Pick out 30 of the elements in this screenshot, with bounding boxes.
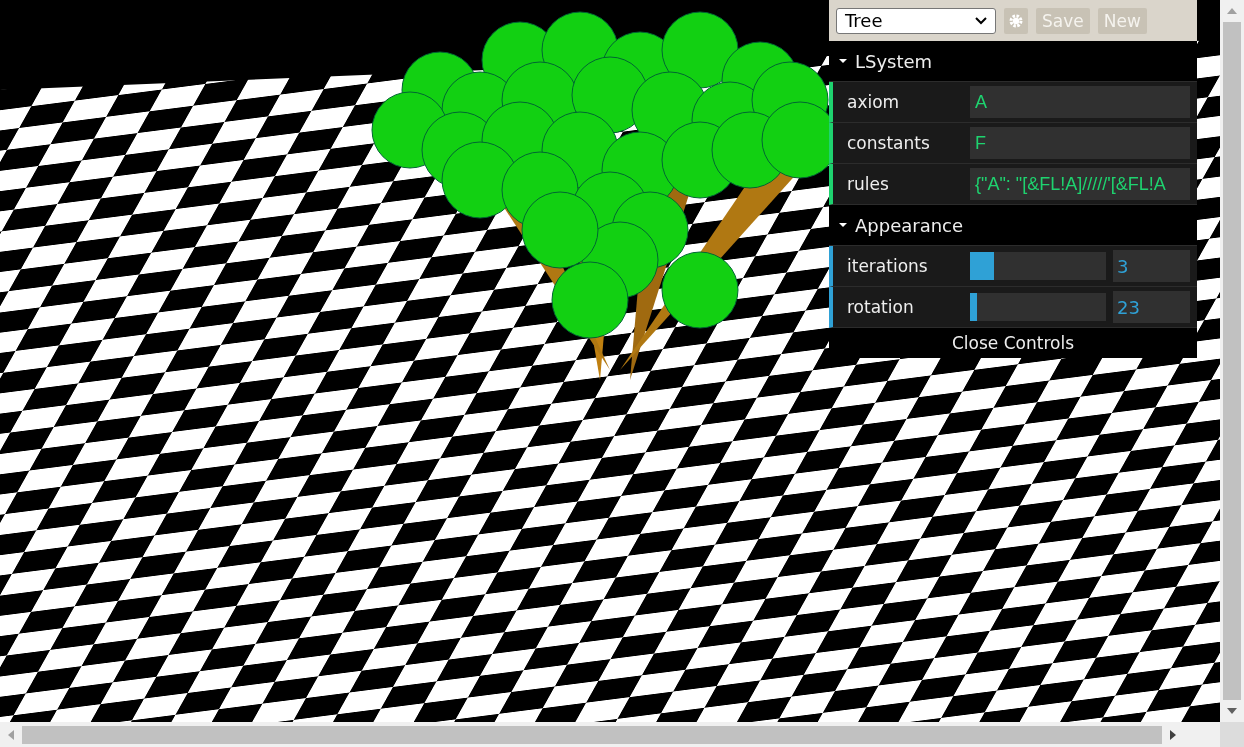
slider-track[interactable]: [970, 252, 1106, 280]
scroll-up-icon[interactable]: [1227, 8, 1237, 14]
settings-icon: [1008, 12, 1024, 29]
preset-select[interactable]: Tree: [836, 7, 996, 34]
scroll-right-icon[interactable]: [1170, 729, 1176, 740]
scrollbar-thumb[interactable]: [22, 725, 1162, 744]
vertical-scrollbar[interactable]: [1220, 0, 1244, 722]
number-input[interactable]: 3: [1113, 250, 1190, 282]
close-controls-button[interactable]: Close Controls: [829, 328, 1197, 358]
scroll-left-icon[interactable]: [8, 729, 14, 740]
control-label: iterations: [846, 256, 929, 276]
triangle-down-icon: [839, 221, 847, 229]
scrollbar-thumb[interactable]: [1223, 22, 1241, 700]
settings-button[interactable]: [1004, 7, 1028, 34]
control-label: rules: [846, 174, 890, 194]
control-label: rotation: [846, 297, 915, 317]
folder-title[interactable]: Appearance: [829, 205, 1197, 246]
number-input[interactable]: 23: [1113, 291, 1190, 323]
folder-title[interactable]: LSystem: [829, 41, 1197, 82]
chevron-down-icon: [975, 16, 987, 25]
slider-track[interactable]: [970, 293, 1106, 321]
control-label: constants: [846, 133, 931, 153]
horizontal-scrollbar[interactable]: [0, 722, 1244, 747]
control-label: axiom: [846, 92, 901, 112]
scrollbar-corner: [1220, 722, 1244, 747]
text-input[interactable]: F: [970, 127, 1190, 159]
scroll-down-icon[interactable]: [1227, 708, 1237, 714]
text-input[interactable]: {"A": "[&FL!A]/////'[&FL!A: [970, 168, 1190, 200]
text-input[interactable]: A: [970, 86, 1190, 118]
triangle-down-icon: [839, 57, 847, 65]
